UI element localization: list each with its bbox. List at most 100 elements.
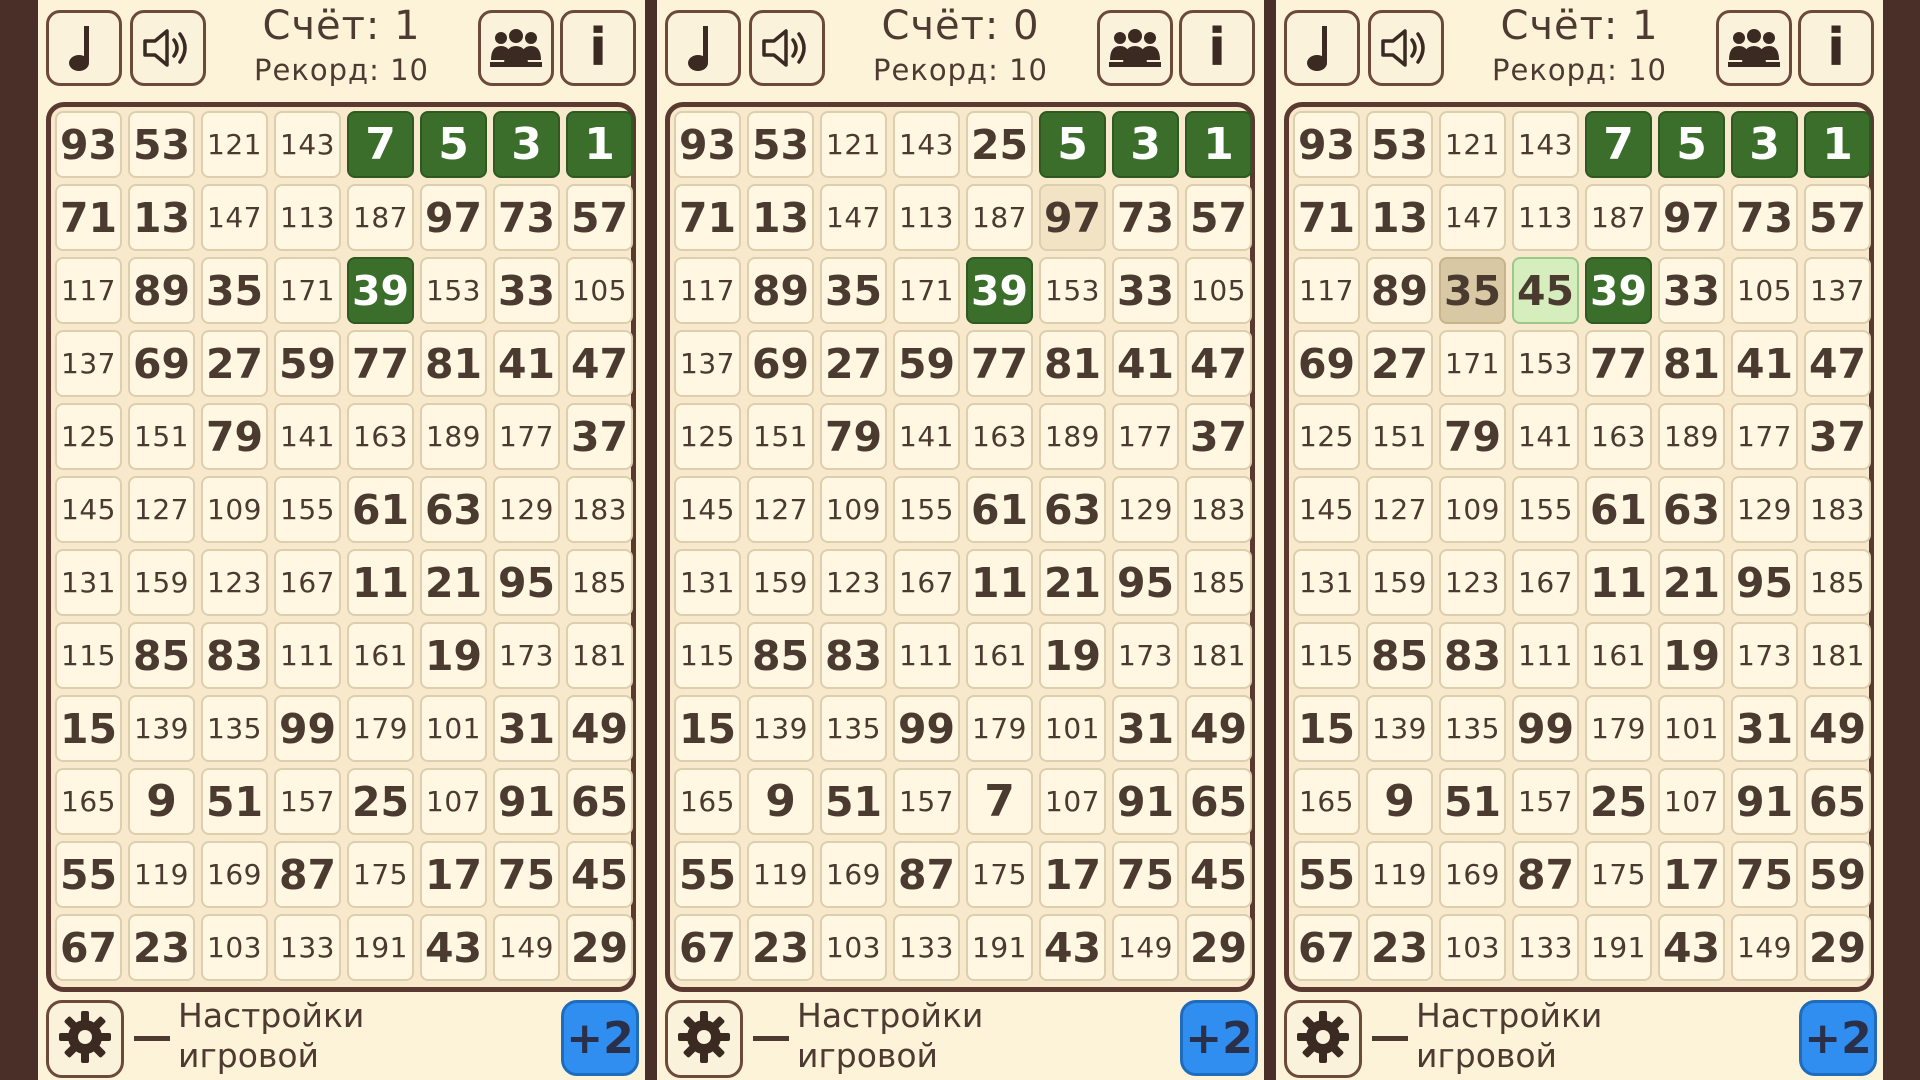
grid-cell[interactable]: 97 [1039, 184, 1106, 251]
grid-cell[interactable]: 79 [820, 403, 887, 470]
grid-cell[interactable]: 55 [1293, 841, 1360, 908]
grid-cell[interactable]: 137 [1804, 257, 1871, 324]
grid-cell[interactable]: 11 [347, 549, 414, 616]
grid-cell[interactable]: 173 [1112, 622, 1179, 689]
grid-cell[interactable]: 25 [347, 768, 414, 835]
grid-cell[interactable]: 101 [1039, 695, 1106, 762]
grid-cell[interactable]: 181 [1804, 622, 1871, 689]
grid-cell[interactable]: 175 [347, 841, 414, 908]
grid-cell[interactable]: 65 [1185, 768, 1252, 835]
grid-cell[interactable]: 179 [347, 695, 414, 762]
grid-cell[interactable]: 17 [1658, 841, 1725, 908]
grid-cell[interactable]: 129 [1731, 476, 1798, 543]
grid-cell[interactable]: 185 [1185, 549, 1252, 616]
grid-cell[interactable]: 73 [493, 184, 560, 251]
grid-cell[interactable]: 25 [966, 111, 1033, 178]
grid-cell[interactable]: 99 [1512, 695, 1579, 762]
grid-cell[interactable]: 13 [128, 184, 195, 251]
grid-cell[interactable]: 95 [1731, 549, 1798, 616]
sound-button[interactable] [1368, 10, 1444, 86]
grid-cell[interactable]: 53 [747, 111, 814, 178]
grid-cell[interactable]: 61 [1585, 476, 1652, 543]
grid-cell[interactable]: 155 [1512, 476, 1579, 543]
grid-cell[interactable]: 71 [55, 184, 122, 251]
grid-cell[interactable]: 15 [674, 695, 741, 762]
grid-cell[interactable]: 143 [893, 111, 960, 178]
grid-cell[interactable]: 31 [1112, 695, 1179, 762]
grid-cell[interactable]: 7 [347, 111, 414, 178]
grid-cell[interactable]: 173 [493, 622, 560, 689]
grid-cell[interactable]: 129 [493, 476, 560, 543]
grid-cell[interactable]: 129 [1112, 476, 1179, 543]
grid-cell[interactable]: 93 [55, 111, 122, 178]
grid-cell[interactable]: 143 [1512, 111, 1579, 178]
grid-cell[interactable]: 59 [1804, 841, 1871, 908]
grid-cell[interactable]: 33 [493, 257, 560, 324]
grid-cell[interactable]: 121 [1439, 111, 1506, 178]
grid-cell[interactable]: 113 [893, 184, 960, 251]
grid-cell[interactable]: 85 [128, 622, 195, 689]
grid-cell[interactable]: 21 [1658, 549, 1725, 616]
grid-cell[interactable]: 125 [55, 403, 122, 470]
grid-cell[interactable]: 183 [566, 476, 633, 543]
grid-cell[interactable]: 81 [1039, 330, 1106, 397]
grid-cell[interactable]: 161 [1585, 622, 1652, 689]
grid-cell[interactable]: 169 [201, 841, 268, 908]
grid-cell[interactable]: 121 [820, 111, 887, 178]
info-button[interactable]: i [1179, 10, 1255, 86]
grid-cell[interactable]: 23 [128, 914, 195, 981]
grid-cell[interactable]: 63 [420, 476, 487, 543]
grid-cell[interactable]: 7 [1585, 111, 1652, 178]
grid-cell[interactable]: 49 [1185, 695, 1252, 762]
grid-cell[interactable]: 191 [966, 914, 1033, 981]
grid-cell[interactable]: 39 [966, 257, 1033, 324]
grid-cell[interactable]: 41 [1731, 330, 1798, 397]
grid-cell[interactable]: 3 [1731, 111, 1798, 178]
grid-cell[interactable]: 55 [55, 841, 122, 908]
grid-cell[interactable]: 133 [274, 914, 341, 981]
grid-cell[interactable]: 105 [1185, 257, 1252, 324]
grid-cell[interactable]: 107 [1658, 768, 1725, 835]
sound-button[interactable] [130, 10, 206, 86]
grid-cell[interactable]: 177 [1112, 403, 1179, 470]
grid-cell[interactable]: 141 [893, 403, 960, 470]
grid-cell[interactable]: 133 [1512, 914, 1579, 981]
grid-cell[interactable]: 19 [1658, 622, 1725, 689]
grid-cell[interactable]: 103 [1439, 914, 1506, 981]
grid-cell[interactable]: 163 [1585, 403, 1652, 470]
grid-cell[interactable]: 77 [966, 330, 1033, 397]
grid-cell[interactable]: 135 [820, 695, 887, 762]
grid-cell[interactable]: 9 [747, 768, 814, 835]
grid-cell[interactable]: 37 [566, 403, 633, 470]
grid-cell[interactable]: 167 [1512, 549, 1579, 616]
grid-cell[interactable]: 99 [274, 695, 341, 762]
grid-cell[interactable]: 65 [1804, 768, 1871, 835]
grid-cell[interactable]: 97 [420, 184, 487, 251]
grid-cell[interactable]: 3 [1112, 111, 1179, 178]
grid-cell[interactable]: 111 [1512, 622, 1579, 689]
grid-cell[interactable]: 125 [674, 403, 741, 470]
grid-cell[interactable]: 47 [1804, 330, 1871, 397]
grid-cell[interactable]: 27 [201, 330, 268, 397]
grid-cell[interactable]: 111 [274, 622, 341, 689]
grid-cell[interactable]: 159 [747, 549, 814, 616]
grid-cell[interactable]: 9 [1366, 768, 1433, 835]
grid-cell[interactable]: 11 [1585, 549, 1652, 616]
grid-cell[interactable]: 157 [893, 768, 960, 835]
grid-cell[interactable]: 77 [347, 330, 414, 397]
grid-cell[interactable]: 5 [1658, 111, 1725, 178]
grid-cell[interactable]: 149 [493, 914, 560, 981]
grid-cell[interactable]: 71 [1293, 184, 1360, 251]
grid-cell[interactable]: 23 [747, 914, 814, 981]
grid-cell[interactable]: 151 [747, 403, 814, 470]
grid-cell[interactable]: 17 [1039, 841, 1106, 908]
grid-cell[interactable]: 91 [493, 768, 560, 835]
plus-two-button[interactable]: +2 [1180, 1000, 1258, 1076]
grid-cell[interactable]: 71 [674, 184, 741, 251]
grid-cell[interactable]: 53 [1366, 111, 1433, 178]
grid-cell[interactable]: 25 [1585, 768, 1652, 835]
grid-cell[interactable]: 31 [493, 695, 560, 762]
grid-cell[interactable]: 137 [55, 330, 122, 397]
grid-cell[interactable]: 115 [55, 622, 122, 689]
grid-cell[interactable]: 83 [201, 622, 268, 689]
